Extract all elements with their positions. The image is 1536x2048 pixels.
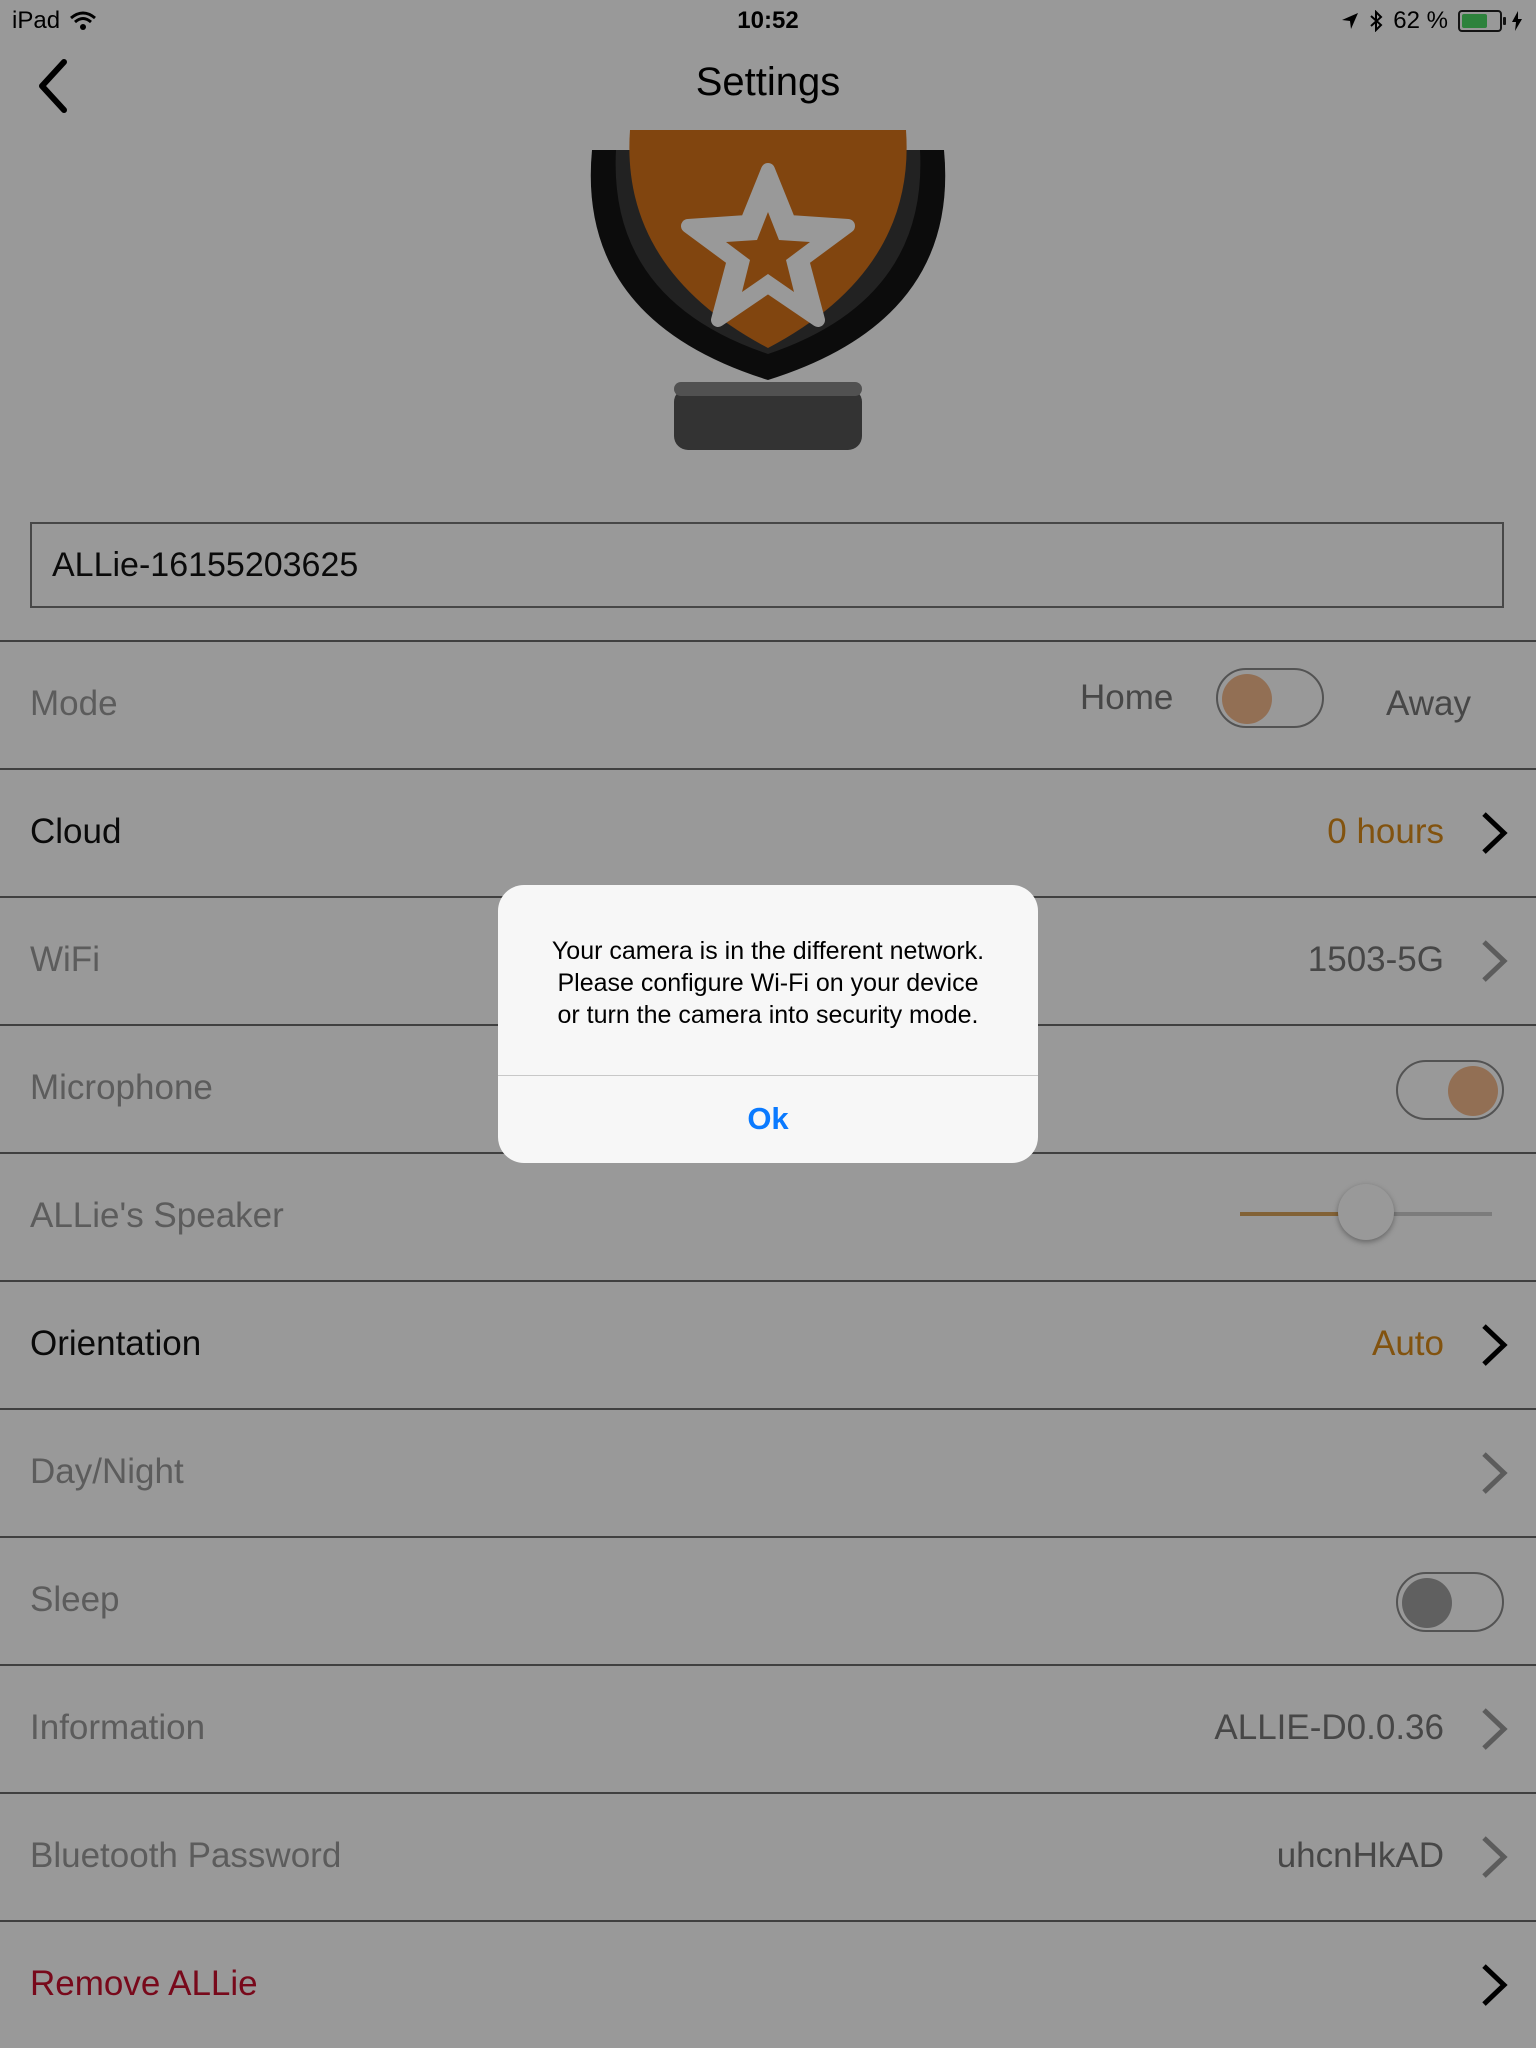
network-alert-dialog: Your camera is in the different network.… xyxy=(498,885,1038,1163)
alert-message: Your camera is in the different network.… xyxy=(551,937,985,1029)
alert-ok-button[interactable]: Ok xyxy=(498,1075,1038,1163)
